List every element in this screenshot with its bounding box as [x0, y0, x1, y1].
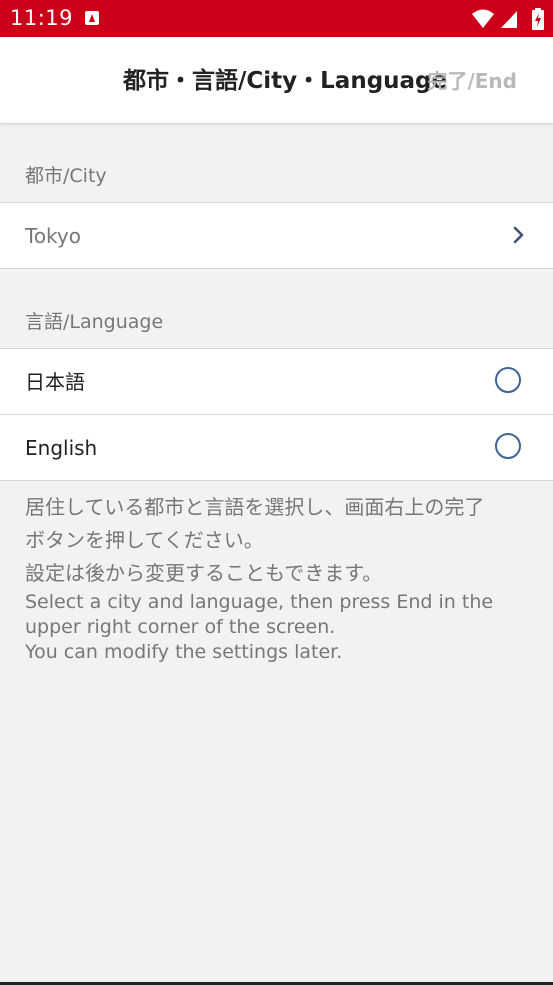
- wifi-icon: [472, 9, 494, 28]
- language-option-english[interactable]: English: [0, 414, 553, 481]
- selected-city-label: Tokyo: [25, 224, 81, 248]
- language-section-label: 言語/Language: [25, 311, 164, 333]
- city-section-label: 都市/City: [25, 165, 107, 187]
- battery-icon: [532, 8, 544, 30]
- status-bar: 11:19: [0, 0, 553, 37]
- language-option-label: English: [25, 436, 98, 460]
- instructions-en-line1: Select a city and language, then press E…: [25, 591, 494, 613]
- instructions-text: 居住している都市と言語を選択し、画面右上の完了 ボタンを押してください。 設定は…: [25, 491, 530, 665]
- language-option-label: 日本語: [25, 370, 85, 394]
- done-button[interactable]: 完了/End: [427, 68, 517, 94]
- instructions-jp-line1: 居住している都市と言語を選択し、画面右上の完了: [25, 495, 485, 519]
- top-app-bar: 都市・言語/City・Language 完了/End: [0, 37, 553, 123]
- instructions-en-line3: You can modify the settings later.: [25, 641, 343, 663]
- page-title: 都市・言語/City・Language: [123, 68, 448, 94]
- status-time: 11:19: [10, 6, 74, 30]
- radio-button-japanese[interactable]: [495, 367, 521, 393]
- notification-icon: [85, 11, 99, 25]
- language-option-japanese[interactable]: 日本語: [0, 348, 553, 414]
- cell-signal-icon: [501, 11, 517, 28]
- radio-button-english[interactable]: [495, 433, 521, 459]
- instructions-jp-line2: ボタンを押してください。: [25, 528, 264, 552]
- city-selector-row[interactable]: Tokyo: [0, 202, 553, 269]
- instructions-jp-line3: 設定は後から変更することもできます。: [25, 561, 383, 585]
- chevron-right-icon: [513, 226, 524, 244]
- instructions-en-line2: upper right corner of the screen.: [25, 616, 336, 638]
